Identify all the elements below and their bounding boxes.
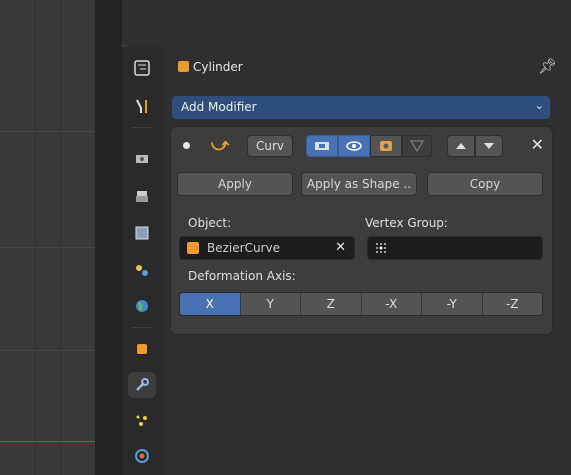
world-icon — [136, 300, 148, 312]
3d-viewport[interactable] — [0, 0, 95, 475]
grid-line — [35, 0, 36, 475]
curve-modifier-icon: ⤻ — [211, 135, 230, 155]
modifier-header: ⤻ Curv ✕ — [171, 127, 552, 165]
apply-button[interactable]: Apply — [177, 172, 293, 196]
axis-neg-y-button[interactable]: -Y — [422, 293, 483, 315]
area-splitter[interactable] — [95, 0, 122, 475]
deformation-axis-selector: X Y Z -X -Y -Z — [179, 292, 543, 316]
x-axis-line — [0, 441, 95, 442]
tab-scene[interactable] — [128, 257, 156, 283]
tab-particles[interactable] — [128, 408, 156, 434]
add-modifier-label: Add Modifier — [181, 100, 257, 114]
wrench-icon — [136, 378, 149, 391]
vertex-group-label: Vertex Group: — [365, 216, 448, 230]
tool-icon — [136, 99, 147, 113]
object-label: Object: — [188, 216, 232, 230]
editmode-icon — [315, 142, 329, 150]
tab-tool[interactable] — [128, 93, 156, 119]
realtime-toggle[interactable] — [338, 135, 370, 157]
tab-modifiers[interactable] — [128, 372, 156, 398]
chevron-down-icon: ⌄ — [534, 99, 544, 112]
axis-neg-x-button[interactable]: -X — [361, 293, 422, 315]
properties-header: Cylinder 📌︎ — [164, 47, 571, 89]
modifier-name: Curv — [255, 139, 285, 153]
copy-label: Copy — [469, 177, 501, 191]
particles-icon — [136, 415, 147, 426]
apply-label: Apply — [218, 177, 252, 191]
tab-separator — [131, 127, 153, 128]
tab-world[interactable] — [128, 293, 156, 319]
object-cube-icon — [187, 242, 199, 254]
modifier-name-field[interactable]: Curv — [247, 135, 293, 157]
camera-icon — [380, 141, 392, 151]
grid-line — [0, 131, 95, 132]
deformation-axis-label: Deformation Axis: — [188, 269, 296, 283]
pin-icon[interactable]: 📌︎ — [538, 57, 557, 75]
grid-line — [0, 350, 95, 351]
tab-output[interactable] — [128, 184, 156, 210]
object-name: Cylinder — [193, 60, 243, 74]
clear-icon[interactable]: ✕ — [335, 240, 346, 255]
properties-tabs — [122, 47, 164, 475]
object-field[interactable]: BezierCurve ✕ — [179, 236, 355, 260]
cage-toggle[interactable] — [402, 135, 432, 157]
collapse-dot-icon[interactable] — [183, 142, 190, 149]
printer-icon — [136, 191, 148, 202]
tab-object[interactable] — [128, 336, 156, 362]
apply-as-shape-button[interactable]: Apply as Shape .. — [301, 172, 417, 196]
apply-as-shape-label: Apply as Shape .. — [306, 177, 412, 191]
tab-separator — [131, 327, 153, 328]
move-down-button[interactable] — [475, 135, 503, 157]
eye-icon — [346, 141, 362, 151]
scene-icon — [136, 265, 148, 276]
triangle-up-icon — [456, 143, 466, 149]
add-modifier-dropdown[interactable]: Add Modifier ⌄ — [172, 96, 550, 119]
properties-top-region — [122, 0, 571, 47]
axis-y-button[interactable]: Y — [240, 293, 301, 315]
vertex-group-icon — [376, 243, 386, 253]
grid-line — [0, 247, 95, 248]
object-value: BezierCurve — [207, 241, 280, 255]
editmode-toggle[interactable] — [306, 135, 338, 157]
curve-modifier-panel: ⤻ Curv ✕ Apply Apply as Shape .. Copy Ob… — [170, 126, 553, 335]
render-icon — [136, 155, 148, 163]
grid-line — [60, 0, 61, 475]
tab-physics[interactable] — [128, 443, 156, 469]
axis-z-button[interactable]: Z — [301, 293, 362, 315]
vertex-group-field[interactable] — [367, 236, 543, 260]
remove-modifier-icon[interactable]: ✕ — [531, 135, 544, 154]
axis-neg-z-button[interactable]: -Z — [482, 293, 542, 315]
copy-button[interactable]: Copy — [427, 172, 543, 196]
object-cube-icon — [137, 344, 147, 354]
tab-view-layer[interactable] — [128, 220, 156, 246]
outliner-icon — [134, 60, 150, 76]
move-up-button[interactable] — [447, 135, 475, 157]
image-icon — [135, 226, 149, 240]
tab-outliner[interactable] — [128, 55, 156, 81]
triangle-down-icon — [484, 143, 494, 149]
properties-content: Cylinder 📌︎ Add Modifier ⌄ ⤻ Curv ✕ Appl… — [164, 47, 571, 475]
object-icon — [178, 61, 189, 72]
axis-x-button[interactable]: X — [180, 293, 241, 315]
triangle-vertex-icon — [410, 140, 424, 152]
render-toggle[interactable] — [370, 135, 402, 157]
tab-render[interactable] — [128, 145, 156, 171]
physics-icon — [135, 449, 149, 463]
